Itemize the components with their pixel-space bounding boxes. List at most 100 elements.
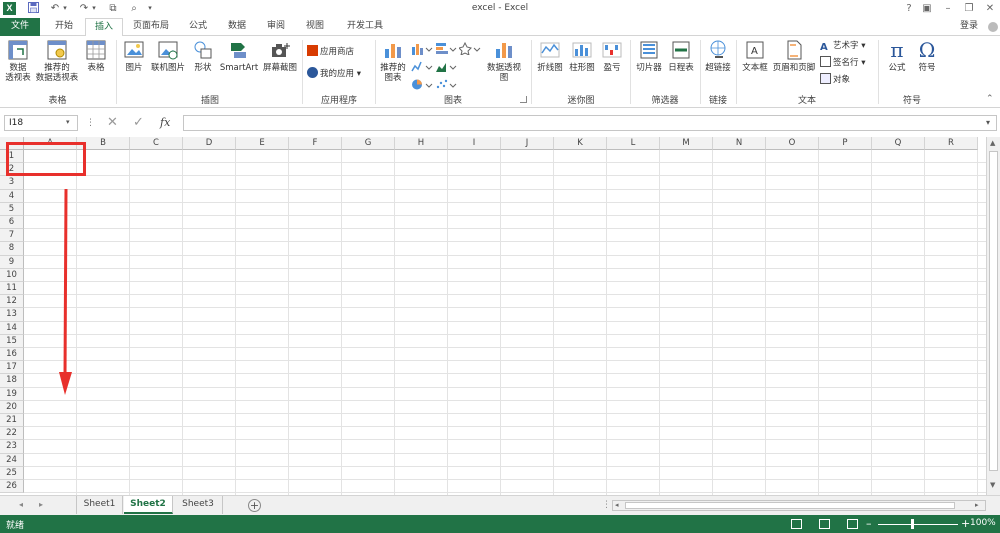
row-header[interactable]: 22 — [0, 427, 24, 441]
slicer-button[interactable]: 切片器 — [634, 39, 664, 73]
tab-data[interactable]: 数据 — [219, 18, 255, 36]
normal-view-icon[interactable] — [791, 519, 802, 529]
prev-sheet-icon[interactable]: ◂ — [19, 500, 23, 509]
tab-file[interactable]: 文件 — [0, 18, 40, 36]
column-chart-icon[interactable] — [411, 42, 433, 55]
cancel-entry-icon[interactable]: ✕ — [107, 115, 118, 130]
row-header[interactable]: 17 — [0, 361, 24, 375]
sheet-tab-sheet3[interactable]: Sheet3 — [174, 496, 223, 514]
vertical-scroll-thumb[interactable] — [989, 151, 998, 471]
column-header[interactable]: E — [236, 137, 289, 150]
pie-chart-icon[interactable] — [411, 78, 433, 91]
pivot-chart-button[interactable]: 数据透视图 — [483, 39, 525, 83]
hyperlink-button[interactable]: 超链接 — [703, 39, 733, 73]
app-store-button[interactable]: 应用商店 — [307, 45, 354, 58]
column-header[interactable]: D — [183, 137, 236, 150]
scroll-right-icon[interactable]: ▸ — [975, 501, 979, 509]
online-picture-button[interactable]: 联机图片 — [149, 39, 187, 73]
row-header[interactable]: 7 — [0, 229, 24, 243]
area-chart-icon[interactable] — [435, 60, 457, 73]
symbol-button[interactable]: Ω 符号 — [913, 39, 941, 73]
row-header[interactable]: 26 — [0, 480, 24, 494]
row-header[interactable]: 11 — [0, 282, 24, 296]
collapse-ribbon-icon[interactable]: ⌃ — [986, 94, 994, 104]
column-header[interactable]: M — [660, 137, 713, 150]
scroll-left-icon[interactable]: ◂ — [615, 501, 619, 509]
page-break-view-icon[interactable] — [847, 519, 858, 529]
next-sheet-icon[interactable]: ▸ — [39, 500, 43, 509]
tab-page-layout[interactable]: 页面布局 — [126, 18, 176, 36]
recommended-pivot-button[interactable]: 推荐的 数据透视表 — [33, 39, 81, 83]
column-header[interactable]: G — [342, 137, 395, 150]
my-apps-button[interactable]: 我的应用 ▾ — [307, 67, 361, 80]
column-header[interactable]: N — [713, 137, 766, 150]
scroll-down-icon[interactable]: ▼ — [990, 481, 995, 489]
column-header[interactable]: H — [395, 137, 448, 150]
sheet-tab-sheet2[interactable]: Sheet2 — [124, 496, 173, 514]
column-header[interactable]: Q — [872, 137, 925, 150]
line-chart-icon[interactable] — [411, 60, 433, 73]
add-sheet-button[interactable]: + — [248, 499, 261, 512]
pivot-table-button[interactable]: 数据 透视表 — [3, 39, 33, 83]
row-header[interactable]: 9 — [0, 255, 24, 269]
row-header[interactable]: 25 — [0, 466, 24, 480]
horizontal-scroll-thumb[interactable] — [625, 502, 955, 509]
tab-formulas[interactable]: 公式 — [180, 18, 216, 36]
more-options-icon[interactable]: ⋮ — [86, 118, 95, 128]
row-header[interactable]: 4 — [0, 189, 24, 203]
column-header[interactable]: O — [766, 137, 819, 150]
charts-dialog-launcher[interactable] — [520, 96, 527, 103]
timeline-button[interactable]: 日程表 — [666, 39, 696, 73]
row-header[interactable]: 3 — [0, 176, 24, 190]
column-header[interactable]: R — [925, 137, 978, 150]
login-link[interactable]: 登录 — [952, 18, 986, 36]
column-header[interactable]: P — [819, 137, 872, 150]
table-button[interactable]: 表格 — [82, 39, 110, 73]
row-header[interactable]: 20 — [0, 400, 24, 414]
column-header[interactable]: K — [554, 137, 607, 150]
row-header[interactable]: 15 — [0, 334, 24, 348]
help-icon[interactable]: ? — [902, 2, 916, 15]
column-header[interactable]: C — [130, 137, 183, 150]
column-header[interactable]: F — [289, 137, 342, 150]
screenshot-button[interactable]: 屏幕截图 — [261, 39, 299, 73]
equation-button[interactable]: π 公式 — [883, 39, 911, 73]
worksheet-grid[interactable]: ABCDEFGHIJKLMNOPQR 1 2 3 4 5 6 7 8 9 10 11 12 13 14 15… — [0, 137, 1000, 495]
vertical-scrollbar[interactable]: ▲ ▼ — [986, 137, 1000, 495]
tab-developer[interactable]: 开发工具 — [336, 18, 394, 36]
column-sparkline-button[interactable]: 柱形图 — [567, 39, 597, 73]
tab-insert[interactable]: 插入 — [85, 18, 123, 37]
scatter-chart-icon[interactable] — [435, 78, 457, 91]
name-box-dropdown-icon[interactable]: ▾ — [66, 118, 70, 126]
zoom-level[interactable]: 100% — [970, 518, 996, 528]
expand-formula-bar-icon[interactable]: ▾ — [986, 118, 990, 127]
scroll-up-icon[interactable]: ▲ — [990, 139, 995, 147]
row-header[interactable]: 6 — [0, 216, 24, 230]
ribbon-display-icon[interactable]: ▣ — [920, 2, 934, 15]
zoom-out-icon[interactable]: – — [866, 517, 872, 530]
minimize-icon[interactable]: – — [941, 2, 955, 15]
signature-line-button[interactable]: 签名行 ▾ — [820, 56, 865, 69]
tab-review[interactable]: 审阅 — [258, 18, 294, 36]
column-header[interactable]: J — [501, 137, 554, 150]
restore-icon[interactable]: ❐ — [962, 2, 976, 15]
winloss-sparkline-button[interactable]: 盈亏 — [599, 39, 625, 73]
row-header[interactable]: 8 — [0, 242, 24, 256]
close-icon[interactable]: ✕ — [983, 2, 997, 15]
header-footer-button[interactable]: 页眉和页脚 — [771, 39, 817, 73]
column-header[interactable]: L — [607, 137, 660, 150]
account-avatar-icon[interactable] — [988, 22, 998, 32]
row-header[interactable]: 21 — [0, 414, 24, 428]
recommended-charts-button[interactable]: 推荐的 图表 — [378, 39, 408, 83]
tab-view[interactable]: 视图 — [297, 18, 333, 36]
row-header[interactable]: 19 — [0, 387, 24, 401]
row-header[interactable]: 18 — [0, 374, 24, 388]
row-header[interactable]: 10 — [0, 268, 24, 282]
row-header[interactable]: 13 — [0, 308, 24, 322]
column-header[interactable]: I — [448, 137, 501, 150]
zoom-slider[interactable] — [878, 524, 958, 525]
formula-input[interactable] — [183, 115, 997, 131]
smartart-button[interactable]: SmartArt — [218, 39, 260, 73]
insert-function-button[interactable]: fx — [160, 116, 170, 129]
row-header[interactable]: 12 — [0, 295, 24, 309]
